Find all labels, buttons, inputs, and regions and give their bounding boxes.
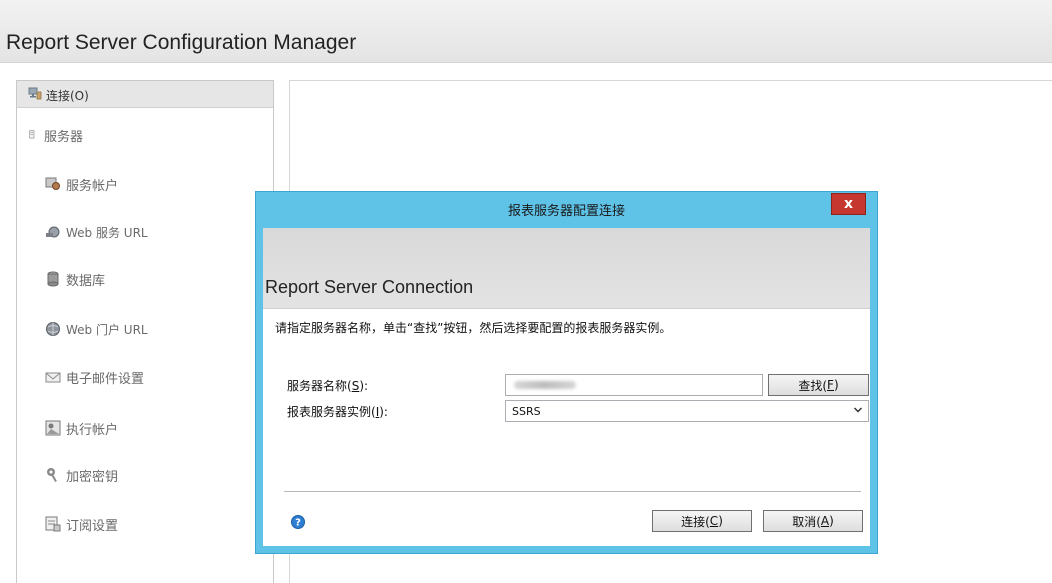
dialog-title: 报表服务器配置连接 xyxy=(507,204,625,219)
execution-account-icon xyxy=(45,420,61,436)
svg-text:?: ? xyxy=(295,518,301,529)
chevron-down-icon xyxy=(853,407,863,413)
nav-label: 服务帐户 xyxy=(66,178,119,194)
web-service-url-icon xyxy=(46,226,60,238)
help-icon[interactable]: ? xyxy=(291,515,305,529)
nav-service-account[interactable]: 服务帐户 xyxy=(45,173,118,195)
subscription-icon xyxy=(45,516,61,532)
nav-root-label: 服务器 xyxy=(44,129,84,145)
nav-label: 执行帐户 xyxy=(66,422,119,438)
nav-label: 电子邮件设置 xyxy=(66,371,145,387)
nav-subscription-settings[interactable]: 订阅设置 xyxy=(45,513,118,535)
server-icon xyxy=(29,130,35,139)
dialog-body: Report Server Connection 请指定服务器名称，单击“查找”… xyxy=(263,228,870,546)
nav-label: Web 门户 URL xyxy=(66,322,148,337)
nav-label: 订阅设置 xyxy=(66,518,119,534)
nav-web-portal-url[interactable]: Web 门户 URL xyxy=(45,318,148,340)
cancel-button[interactable]: 取消(A) xyxy=(763,510,863,532)
email-icon xyxy=(45,372,61,383)
nav-execution-account[interactable]: 执行帐户 xyxy=(45,417,118,439)
connect-dialog-button[interactable]: 连接(C) xyxy=(652,510,752,532)
connect-button[interactable]: 连接(O) xyxy=(17,81,273,108)
database-icon xyxy=(47,271,59,287)
web-portal-icon xyxy=(46,322,60,336)
nav-encryption-keys[interactable]: 加密密钥 xyxy=(45,464,118,486)
app-title: Report Server Configuration Manager xyxy=(6,31,357,54)
dialog-instructions: 请指定服务器名称，单击“查找”按钮，然后选择要配置的报表服务器实例。 xyxy=(275,321,672,335)
dialog-header-band: Report Server Connection xyxy=(263,228,870,309)
server-name-label: 服务器名称(S): xyxy=(287,379,369,393)
find-button[interactable]: 查找(F) xyxy=(768,374,869,396)
nav-web-service-url[interactable]: Web 服务 URL xyxy=(45,221,148,243)
instance-select-value: SSRS xyxy=(512,405,541,418)
dialog-separator xyxy=(284,491,861,492)
nav-database[interactable]: 数据库 xyxy=(45,268,105,290)
nav-label: 加密密钥 xyxy=(66,469,119,485)
connect-icon xyxy=(28,87,42,100)
server-name-input[interactable] xyxy=(505,374,763,396)
nav-root-server[interactable]: 服务器 xyxy=(29,124,83,146)
nav-email-settings[interactable]: 电子邮件设置 xyxy=(45,366,144,388)
instance-label: 报表服务器实例(I): xyxy=(287,405,388,419)
dialog-header-title: Report Server Connection xyxy=(265,277,474,297)
instance-select[interactable]: SSRS xyxy=(505,400,869,422)
left-nav-panel: 连接(O) 服务器 服务帐户 Web 服务 URL 数据库 Web 门户 URL… xyxy=(16,80,274,583)
close-button[interactable]: x xyxy=(831,193,866,215)
redacted-server-name xyxy=(514,381,576,389)
service-account-icon xyxy=(45,177,60,190)
nav-label: Web 服务 URL xyxy=(66,225,148,240)
title-bar: Report Server Configuration Manager xyxy=(0,0,1052,63)
connect-label: 连接(O) xyxy=(46,89,89,103)
connection-dialog: 报表服务器配置连接 x Report Server Connection 请指定… xyxy=(255,191,878,554)
close-icon: x xyxy=(843,196,854,212)
key-icon xyxy=(47,468,57,482)
nav-label: 数据库 xyxy=(66,273,106,289)
